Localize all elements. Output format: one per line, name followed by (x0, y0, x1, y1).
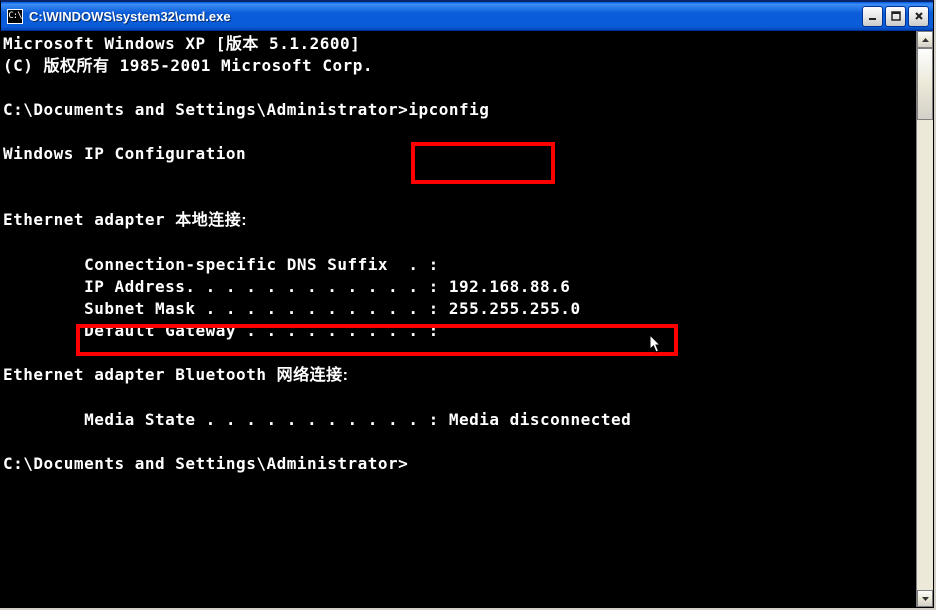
ip-address-line: IP Address. . . . . . . . . . . . : 192.… (3, 277, 570, 296)
vertical-scrollbar[interactable] (916, 31, 933, 607)
minimize-icon (868, 11, 878, 21)
command-ipconfig: ipconfig (408, 100, 489, 119)
highlight-ipconfig (411, 142, 555, 184)
line-1: Microsoft Windows XP [版本 5.1.2600] (3, 34, 360, 53)
ethernet-lan-header: Ethernet adapter 本地连接: (3, 210, 247, 229)
cmd-window: C:\ C:\WINDOWS\system32\cmd.exe Microsof… (0, 0, 934, 608)
ethernet-bluetooth-header: Ethernet adapter Bluetooth 网络连接: (3, 365, 348, 384)
window-buttons (862, 6, 929, 27)
maximize-button[interactable] (885, 6, 906, 27)
line-6: Windows IP Configuration (3, 144, 246, 163)
close-button[interactable] (908, 6, 929, 27)
cmd-icon: C:\ (7, 9, 23, 24)
subnet-mask-line: Subnet Mask . . . . . . . . . . . : 255.… (3, 299, 581, 318)
close-icon (914, 11, 924, 21)
terminal-area: Microsoft Windows XP [版本 5.1.2600] (C) 版… (1, 31, 933, 607)
dns-suffix-line: Connection-specific DNS Suffix . : (3, 255, 439, 274)
scroll-down-button[interactable] (917, 590, 933, 607)
titlebar[interactable]: C:\ C:\WINDOWS\system32\cmd.exe (1, 2, 933, 31)
scroll-thumb[interactable] (917, 48, 933, 120)
mouse-cursor-icon (649, 334, 663, 354)
default-gateway-line: Default Gateway . . . . . . . . . : (3, 321, 439, 340)
prompt-1: C:\Documents and Settings\Administrator> (3, 100, 408, 119)
scroll-up-button[interactable] (917, 31, 933, 48)
window-title: C:\WINDOWS\system32\cmd.exe (29, 9, 862, 24)
chevron-down-icon (922, 597, 929, 601)
prompt-2: C:\Documents and Settings\Administrator> (3, 454, 408, 473)
scroll-track[interactable] (917, 48, 933, 590)
media-state-line: Media State . . . . . . . . . . . : Medi… (3, 410, 631, 429)
line-2: (C) 版权所有 1985-2001 Microsoft Corp. (3, 56, 373, 75)
minimize-button[interactable] (862, 6, 883, 27)
chevron-up-icon (922, 38, 929, 42)
maximize-icon (891, 11, 901, 21)
terminal-content[interactable]: Microsoft Windows XP [版本 5.1.2600] (C) 版… (1, 31, 916, 607)
